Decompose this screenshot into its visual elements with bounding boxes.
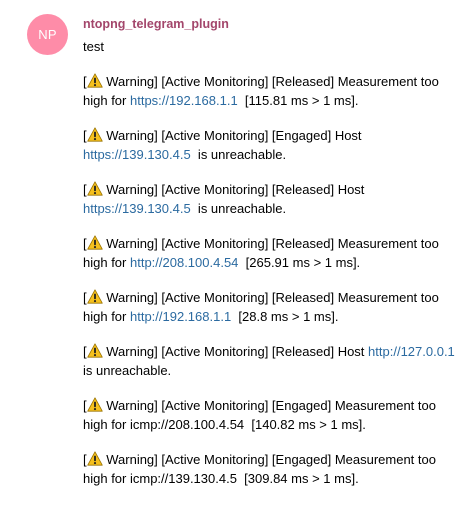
host-link[interactable]: http://192.168.1.1 <box>130 309 231 324</box>
alert-line: high for http://208.100.4.54 [265.91 ms … <box>83 253 461 272</box>
alert-line: [ Warning] [Active Monitoring] [Released… <box>83 72 461 91</box>
alert-text: Warning] [Active Monitoring] [Engaged] H… <box>102 128 362 143</box>
warning-icon <box>86 127 103 142</box>
alert-text: Warning] [Active Monitoring] [Released] … <box>102 236 439 251</box>
alert-text: Warning] [Active Monitoring] [Engaged] M… <box>102 452 436 467</box>
alert-text: is unreachable. <box>190 201 287 216</box>
warning-icon <box>86 73 103 88</box>
alert-text: high for icmp://208.100.4.54 [140.82 ms … <box>83 417 366 432</box>
alert-text: [265.91 ms > 1 ms]. <box>238 255 361 270</box>
warning-icon <box>86 181 103 196</box>
alert-text: is unreachable. <box>83 363 172 378</box>
alert-message: [ Warning] [Active Monitoring] [Released… <box>83 288 461 326</box>
alert-message: [ Warning] [Active Monitoring] [Released… <box>83 234 461 272</box>
alert-text: Warning] [Active Monitoring] [Released] … <box>102 344 369 359</box>
sender-name[interactable]: ntopng_telegram_plugin <box>83 17 461 32</box>
alert-line: high for https://192.168.1.1 [115.81 ms … <box>83 91 461 110</box>
warning-icon <box>86 451 103 466</box>
warning-icon <box>86 235 103 250</box>
alert-message: [ Warning] [Active Monitoring] [Engaged]… <box>83 396 461 434</box>
alert-text: Warning] [Active Monitoring] [Released] … <box>102 182 365 197</box>
alert-line: high for http://192.168.1.1 [28.8 ms > 1… <box>83 307 461 326</box>
alert-message: [ Warning] [Active Monitoring] [Released… <box>83 342 461 380</box>
alert-message: [ Warning] [Active Monitoring] [Engaged]… <box>83 450 461 488</box>
alert-text: high for <box>83 93 130 108</box>
host-link[interactable]: https://139.130.4.5 <box>83 201 191 216</box>
alert-line: [ Warning] [Active Monitoring] [Engaged]… <box>83 396 461 415</box>
alert-text: high for <box>83 255 130 270</box>
alert-line: https://139.130.4.5 is unreachable. <box>83 199 461 218</box>
host-link[interactable]: http://208.100.4.54 <box>130 255 238 270</box>
message-text-line: test <box>83 39 104 54</box>
alert-text: high for icmp://139.130.4.5 [309.84 ms >… <box>83 471 359 486</box>
alert-text: Warning] [Active Monitoring] [Released] … <box>102 74 439 89</box>
alert-message: [ Warning] [Active Monitoring] [Released… <box>83 180 461 218</box>
host-link[interactable]: https://192.168.1.1 <box>130 93 238 108</box>
alert-text: [115.81 ms > 1 ms]. <box>237 93 359 108</box>
alert-text: is unreachable. <box>190 147 287 162</box>
warning-icon <box>86 289 103 304</box>
alert-message: [ Warning] [Active Monitoring] [Released… <box>83 72 461 110</box>
chat-message: NP ntopng_telegram_plugin test [ Warning… <box>0 0 463 522</box>
alert-line: [ Warning] [Active Monitoring] [Released… <box>83 234 461 253</box>
message-body: ntopng_telegram_plugin test [ Warning] [… <box>83 17 461 488</box>
alert-text: Warning] [Active Monitoring] [Engaged] M… <box>102 398 436 413</box>
alert-text: Warning] [Active Monitoring] [Released] … <box>102 290 439 305</box>
alert-line: high for icmp://208.100.4.54 [140.82 ms … <box>83 415 461 434</box>
alert-line: https://139.130.4.5 is unreachable. <box>83 145 461 164</box>
alert-line: [ Warning] [Active Monitoring] [Released… <box>83 288 461 307</box>
alert-line: [ Warning] [Active Monitoring] [Engaged]… <box>83 450 461 469</box>
warning-icon <box>86 343 103 358</box>
host-link[interactable]: https://139.130.4.5 <box>83 147 191 162</box>
alert-line: [ Warning] [Active Monitoring] [Released… <box>83 342 461 361</box>
alert-text: high for <box>83 309 130 324</box>
alert-line: high for icmp://139.130.4.5 [309.84 ms >… <box>83 469 461 488</box>
alert-text: [28.8 ms > 1 ms]. <box>231 309 339 324</box>
alert-line: [ Warning] [Active Monitoring] [Released… <box>83 180 461 199</box>
alert-message: [ Warning] [Active Monitoring] [Engaged]… <box>83 126 461 164</box>
avatar[interactable]: NP <box>27 14 68 55</box>
host-link[interactable]: http://127.0.0.1 <box>368 344 455 359</box>
alert-line: [ Warning] [Active Monitoring] [Engaged]… <box>83 126 461 145</box>
alert-entries: [ Warning] [Active Monitoring] [Released… <box>83 72 461 488</box>
warning-icon <box>86 397 103 412</box>
alert-line: is unreachable. <box>83 361 461 380</box>
